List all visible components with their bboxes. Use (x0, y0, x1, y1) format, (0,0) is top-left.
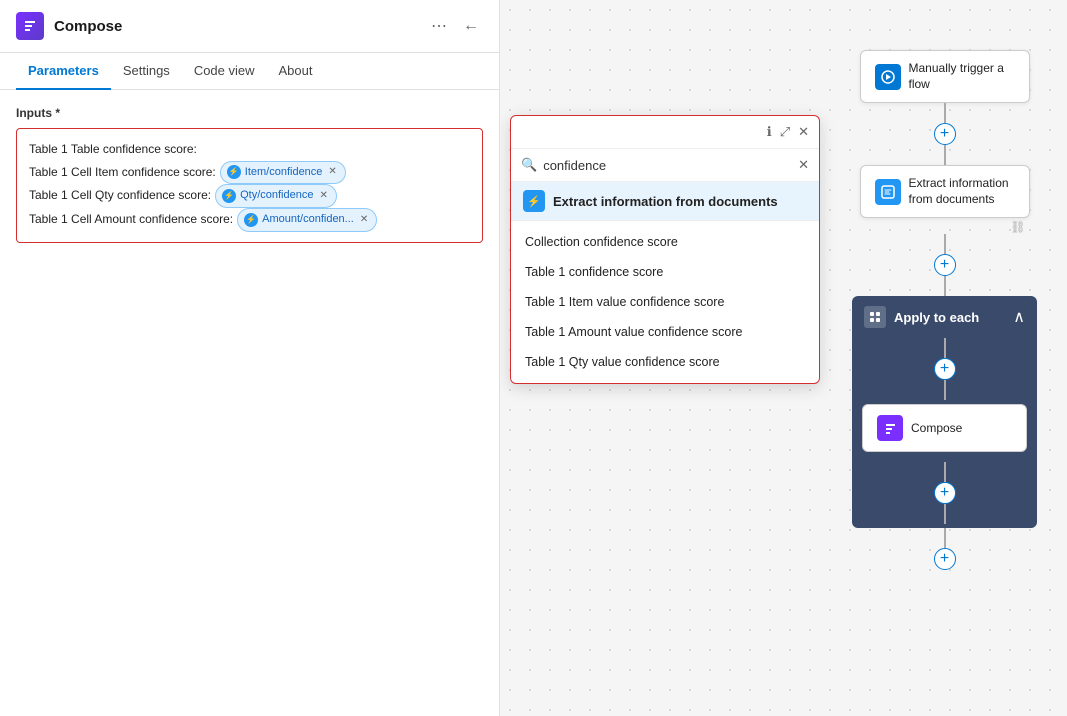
chip-close[interactable]: ✕ (328, 163, 336, 181)
connector-line (944, 145, 946, 165)
chip-qty-confidence[interactable]: ⚡ Qty/confidence ✕ (215, 184, 337, 208)
add-button-inner-1[interactable]: + (934, 358, 956, 380)
apply-node-icon (864, 306, 886, 328)
flow-diagram: Manually trigger a flow + Extract inform… (852, 50, 1037, 570)
popup-list: Collection confidence score Table 1 conf… (511, 221, 819, 383)
compose-icon (16, 12, 44, 40)
title-row: Compose (16, 12, 122, 40)
extract-label: Extract information from documents (909, 176, 1015, 207)
chip-label-amount: Amount/confiden... (262, 210, 354, 230)
connector-2: + (934, 234, 956, 296)
list-item[interactable]: Table 1 Amount value confidence score (511, 317, 819, 347)
input-row-3: Table 1 Cell Qty confidence score: ⚡ Qty… (29, 184, 470, 208)
chip-amount-confidence[interactable]: ⚡ Amount/confiden... ✕ (237, 208, 377, 232)
input-row-2: Table 1 Cell Item confidence score: ⚡ It… (29, 161, 470, 185)
compose-inner-icon (877, 415, 903, 441)
trigger-node[interactable]: Manually trigger a flow (860, 50, 1030, 103)
chip-label-qty: Qty/confidence (240, 186, 313, 206)
left-panel: Compose ⋯ ← Parameters Settings Code vie… (0, 0, 500, 716)
connector-1: + (934, 103, 956, 165)
add-button-1[interactable]: + (934, 123, 956, 145)
tab-about[interactable]: About (267, 53, 325, 90)
close-icon[interactable]: ✕ (798, 124, 809, 140)
collapse-button[interactable]: ← (459, 15, 483, 37)
trigger-label: Manually trigger a flow (909, 61, 1015, 92)
compose-inner-node[interactable]: Compose (862, 404, 1027, 452)
list-item[interactable]: Collection confidence score (511, 227, 819, 257)
connector-line (944, 528, 946, 548)
connector-line (944, 103, 946, 123)
popup-header-icons: ℹ ⤢ ✕ (767, 124, 809, 140)
search-input[interactable] (543, 158, 792, 173)
inner-connector-1: + (852, 338, 1037, 400)
panel-actions: ⋯ ← (427, 14, 483, 38)
chip-label: Item/confidence (245, 163, 323, 183)
expand-icon[interactable]: ⤢ (780, 124, 790, 140)
inputs-box: Table 1 Table confidence score: Table 1 … (16, 128, 483, 243)
list-item[interactable]: Table 1 Qty value confidence score (511, 347, 819, 377)
row3-text: Table 1 Cell Qty confidence score: (29, 185, 211, 207)
chip-icon-qty: ⚡ (222, 189, 236, 203)
chip-close-qty[interactable]: ✕ (319, 187, 327, 205)
tab-settings[interactable]: Settings (111, 53, 182, 90)
selected-item-icon: ⚡ (523, 190, 545, 212)
panel-title: Compose (54, 18, 122, 35)
tab-bar: Parameters Settings Code view About (0, 53, 499, 90)
chip-icon-amount: ⚡ (244, 213, 258, 227)
row4-text: Table 1 Cell Amount confidence score: (29, 209, 233, 231)
search-icon: 🔍 (521, 157, 537, 173)
connector-line (944, 276, 946, 296)
apply-to-each-node[interactable]: Apply to each ∧ + Compose (852, 296, 1037, 528)
trigger-icon (875, 64, 901, 90)
tab-parameters[interactable]: Parameters (16, 53, 111, 90)
collapse-apply-button[interactable]: ∧ (1013, 307, 1025, 327)
selected-item-label: Extract information from documents (553, 194, 778, 209)
panel-content: Inputs * Table 1 Table confidence score:… (0, 90, 499, 716)
chip-icon: ⚡ (227, 165, 241, 179)
inner-connector-2: + (852, 462, 1037, 524)
tab-codeview[interactable]: Code view (182, 53, 267, 90)
popup-panel: ℹ ⤢ ✕ 🔍 ✕ ⚡ Extract information from doc… (510, 115, 820, 384)
popup-search-bar: 🔍 ✕ (511, 149, 819, 182)
inputs-label: Inputs * (16, 106, 483, 120)
canvas: ℹ ⤢ ✕ 🔍 ✕ ⚡ Extract information from doc… (500, 0, 1067, 716)
chip-item-confidence[interactable]: ⚡ Item/confidence ✕ (220, 161, 346, 185)
add-button-bottom[interactable]: + (934, 548, 956, 570)
panel-header: Compose ⋯ ← (0, 0, 499, 53)
popup-header: ℹ ⤢ ✕ (511, 116, 819, 149)
input-row-4: Table 1 Cell Amount confidence score: ⚡ … (29, 208, 470, 232)
compose-inner-label: Compose (911, 421, 962, 437)
chip-close-amount[interactable]: ✕ (360, 211, 368, 229)
apply-node-header: Apply to each ∧ (852, 296, 1037, 338)
connector-line (944, 234, 946, 254)
list-item[interactable]: Table 1 confidence score (511, 257, 819, 287)
input-row-1: Table 1 Table confidence score: (29, 139, 470, 161)
apply-node-title: Apply to each (864, 306, 979, 328)
info-icon[interactable]: ℹ (767, 124, 772, 140)
list-item[interactable]: Table 1 Item value confidence score (511, 287, 819, 317)
row1-text: Table 1 Table confidence score: (29, 139, 197, 161)
popup-selected-item[interactable]: ⚡ Extract information from documents (511, 182, 819, 221)
apply-node-label: Apply to each (894, 310, 979, 325)
add-button-2[interactable]: + (934, 254, 956, 276)
more-button[interactable]: ⋯ (427, 14, 451, 38)
row2-text: Table 1 Cell Item confidence score: (29, 162, 216, 184)
extract-node[interactable]: Extract information from documents (860, 165, 1030, 218)
link-icon: ⛓ (1010, 220, 1025, 234)
extract-icon (875, 179, 901, 205)
search-clear-icon[interactable]: ✕ (798, 157, 809, 173)
add-button-inner-2[interactable]: + (934, 482, 956, 504)
connector-bottom: + (934, 528, 956, 570)
